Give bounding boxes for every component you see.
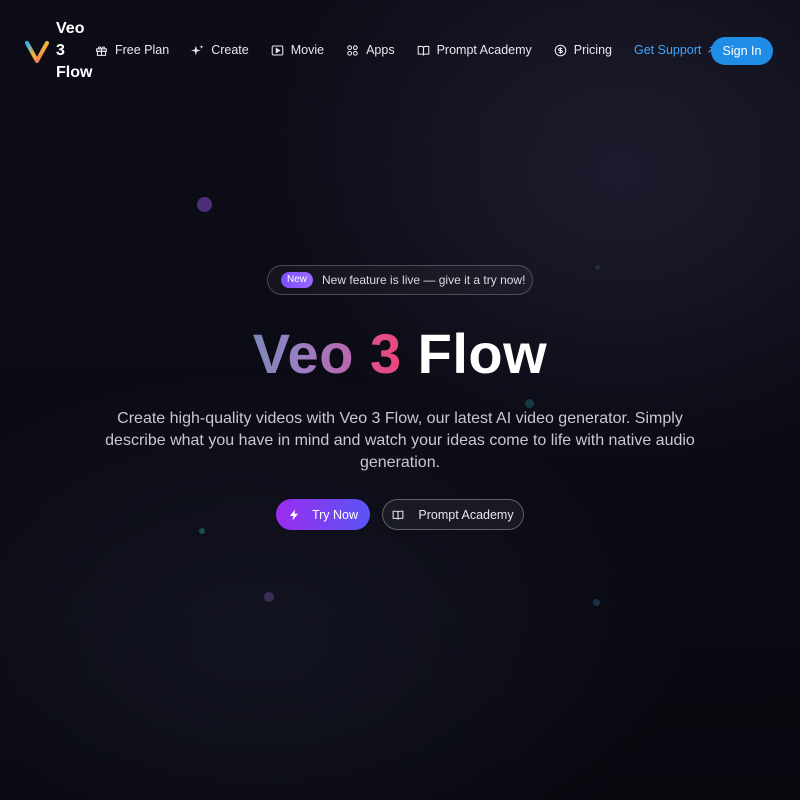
site-header: Veo 3 Flow Free Plan Create Movie Apps P… xyxy=(0,0,800,100)
prompt-academy-button[interactable]: Prompt Academy xyxy=(382,499,524,530)
play-square-icon xyxy=(271,45,284,55)
nav-label: Movie xyxy=(290,43,325,57)
decorative-dot xyxy=(593,599,600,606)
title-three: 3 xyxy=(369,322,402,385)
logo-v-icon xyxy=(25,41,49,63)
main-nav: Free Plan Create Movie Apps Prompt Acade… xyxy=(95,43,716,57)
try-now-button[interactable]: Try Now xyxy=(276,499,370,530)
decorative-dot xyxy=(199,528,205,534)
gift-icon xyxy=(96,45,107,56)
logo-text: Veo 3 Flow xyxy=(56,20,93,81)
nav-label: Free Plan xyxy=(115,43,170,57)
hero-title: Veo 3 Flow xyxy=(0,322,800,386)
decorative-dot xyxy=(197,197,212,212)
nav-movie[interactable]: Movie xyxy=(271,43,324,57)
nav-create[interactable]: Create xyxy=(191,43,249,57)
hero-subtitle: Create high-quality videos with Veo 3 Fl… xyxy=(105,410,695,471)
logo[interactable]: Veo 3 Flow xyxy=(25,18,96,84)
decorative-dot xyxy=(595,265,600,270)
nav-prompt-academy[interactable]: Prompt Academy xyxy=(417,43,532,57)
bolt-icon xyxy=(289,509,298,520)
book-icon xyxy=(393,510,404,520)
apps-grid-icon xyxy=(347,44,358,56)
badge-text: New feature is live — give it a try now! xyxy=(322,273,526,287)
new-feature-badge[interactable]: New New feature is live — give it a try … xyxy=(267,265,533,295)
nav-label: Apps xyxy=(366,43,395,57)
title-flow: Flow xyxy=(401,322,548,385)
sparkles-icon xyxy=(191,44,204,55)
nav-pricing[interactable]: Pricing xyxy=(554,43,612,57)
nav-label: Create xyxy=(211,43,249,57)
dollar-circle-icon xyxy=(554,44,567,56)
decorative-dot xyxy=(264,592,274,602)
nav-free-plan[interactable]: Free Plan xyxy=(95,43,169,57)
book-icon xyxy=(417,45,429,55)
decorative-dot xyxy=(525,399,534,408)
nav-label: Pricing xyxy=(573,43,612,57)
new-pill: New xyxy=(281,272,314,288)
nav-get-support[interactable]: Get Support xyxy=(634,43,716,57)
nav-label: Get Support xyxy=(633,43,702,57)
title-veo: Veo xyxy=(252,322,370,385)
try-now-label: Try Now xyxy=(311,507,359,522)
sign-in-button[interactable]: Sign In xyxy=(711,37,773,65)
nav-label: Prompt Academy xyxy=(436,43,532,57)
prompt-academy-label: Prompt Academy xyxy=(418,507,514,522)
nav-apps[interactable]: Apps xyxy=(346,43,395,57)
